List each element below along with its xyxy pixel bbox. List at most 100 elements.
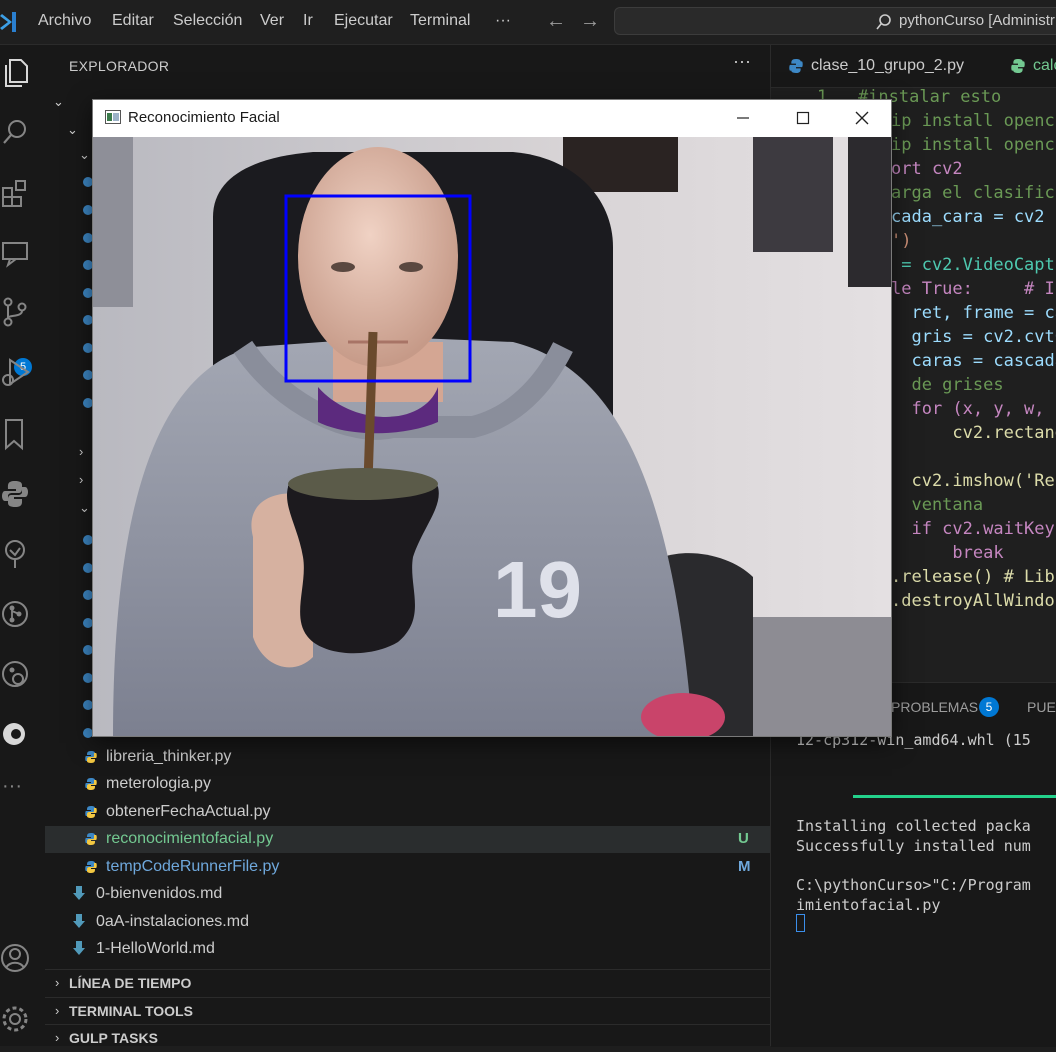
python-file-icon: [85, 833, 97, 845]
file-item[interactable]: tempCodeRunnerFile.py M: [45, 854, 770, 881]
webcam-frame: 19: [93, 137, 891, 736]
back-arrow-icon[interactable]: ←: [546, 10, 566, 33]
tab-puertos[interactable]: PUER: [1027, 699, 1056, 715]
code-line: ventana: [891, 495, 984, 515]
code-line: '): [891, 231, 912, 251]
chevron-right-icon: ›: [55, 1003, 60, 1018]
codeium-icon[interactable]: [0, 717, 30, 751]
command-center-label: pythonCurso [Administr: [899, 12, 1055, 29]
section-terminal-tools[interactable]: › TERMINAL TOOLS: [45, 997, 770, 1025]
svg-text:19: 19: [493, 545, 582, 634]
problems-badge: 5: [979, 697, 999, 717]
maximize-button[interactable]: [783, 106, 823, 130]
terminal-line: Installing collected packa: [796, 817, 1031, 835]
code-line: .release() # Lib: [891, 567, 1055, 587]
menu-ejecutar[interactable]: Ejecutar: [334, 12, 393, 30]
python-icon[interactable]: [0, 477, 30, 511]
more-icon[interactable]: ···: [2, 775, 22, 798]
menu-archivo[interactable]: Archivo: [38, 12, 91, 30]
forward-arrow-icon[interactable]: →: [580, 10, 600, 33]
code-line: ort cv2: [891, 159, 963, 179]
chevron-down-icon[interactable]: ⌄: [79, 500, 90, 516]
code-line: cv2.rectang: [891, 423, 1056, 443]
file-item-selected[interactable]: reconocimientofacial.py U: [45, 826, 770, 853]
explorer-more-icon[interactable]: ···: [733, 51, 751, 72]
tab-problemas[interactable]: PROBLEMAS: [891, 699, 978, 715]
tab-clase-10-grupo-2[interactable]: clase_10_grupo_2.py: [811, 57, 964, 75]
remote-explorer-icon[interactable]: [0, 235, 30, 269]
python-file-icon: [85, 751, 97, 763]
command-center[interactable]: pythonCurso [Administr: [614, 7, 1056, 35]
extensions-icon[interactable]: [0, 176, 30, 210]
code-line: = cv2.VideoCapt: [891, 255, 1055, 275]
account-icon[interactable]: [0, 941, 30, 975]
menu-ver[interactable]: Ver: [260, 12, 284, 30]
search-icon[interactable]: [0, 115, 30, 149]
code-line: de grises: [891, 375, 1004, 395]
menu-editar[interactable]: Editar: [112, 12, 154, 30]
window-title: Reconocimiento Facial: [128, 109, 280, 126]
run-debug-icon[interactable]: [0, 355, 30, 389]
menu-seleccion[interactable]: Selección: [173, 12, 242, 30]
window-app-icon: [105, 110, 121, 124]
code-line: cv2.imshow('Rec: [891, 471, 1056, 491]
settings-icon[interactable]: [0, 1002, 30, 1036]
git-graph-icon[interactable]: [0, 597, 30, 631]
menu-more[interactable]: ···: [495, 12, 511, 30]
bookmarks-icon[interactable]: [0, 417, 30, 451]
python-file-icon: [789, 59, 803, 73]
code-line: if cv2.waitKey(: [891, 519, 1056, 539]
markdown-file-icon: [73, 914, 85, 928]
chevron-right-icon: ›: [55, 975, 60, 990]
markdown-file-icon: [73, 941, 85, 955]
code-line: le True: # I: [891, 279, 1055, 299]
file-item[interactable]: obtenerFechaActual.py: [45, 799, 770, 826]
tab-calc[interactable]: calc: [1033, 57, 1056, 75]
file-item[interactable]: 0aA-instalaciones.md: [45, 909, 770, 936]
vscode-logo-icon[interactable]: [0, 8, 20, 36]
file-name: 0aA-instalaciones.md: [96, 913, 249, 930]
close-button[interactable]: [842, 106, 882, 130]
code-line: gris = cv2.cvtC: [891, 327, 1056, 347]
explorer-header: EXPLORADOR: [69, 58, 170, 74]
file-item[interactable]: libreria_thinker.py: [45, 744, 770, 771]
file-item[interactable]: 0-bienvenidos.md: [45, 881, 770, 908]
menu-terminal[interactable]: Terminal: [410, 12, 470, 30]
section-timeline[interactable]: › LÍNEA DE TIEMPO: [45, 969, 770, 997]
chevron-right-icon[interactable]: ›: [79, 472, 83, 487]
code-line: arga el clasific: [891, 183, 1055, 203]
section-label: GULP TASKS: [69, 1030, 158, 1046]
chevron-down-icon[interactable]: ⌄: [79, 147, 90, 163]
file-name: libreria_thinker.py: [106, 748, 232, 765]
tree-icon[interactable]: [0, 537, 30, 571]
timeline-icon[interactable]: [0, 657, 30, 691]
explorer-icon[interactable]: [2, 55, 32, 89]
code-line: ip install openc: [891, 111, 1055, 131]
file-item[interactable]: 1-HelloWorld.md: [45, 936, 770, 963]
file-name: reconocimientofacial.py: [106, 830, 274, 847]
section-label: TERMINAL TOOLS: [69, 1003, 193, 1019]
minimize-button[interactable]: [723, 106, 763, 130]
section-label: LÍNEA DE TIEMPO: [69, 975, 192, 991]
code-line: ip install openc: [891, 135, 1055, 155]
terminal-cursor[interactable]: [796, 914, 805, 932]
title-bar: Archivo Editar Selección Ver Ir Ejecutar…: [0, 0, 1056, 45]
file-name: 1-HelloWorld.md: [96, 940, 215, 957]
section-gulp-tasks[interactable]: › GULP TASKS: [45, 1024, 770, 1052]
terminal-line: imientofacial.py: [796, 896, 941, 914]
code-line: .destroyAllWindo: [891, 591, 1055, 611]
chevron-down-icon[interactable]: ⌄: [53, 94, 64, 110]
source-control-icon[interactable]: [0, 295, 30, 329]
python-file-icon: [85, 861, 97, 873]
file-item[interactable]: meterologia.py: [45, 771, 770, 798]
menu-ir[interactable]: Ir: [303, 12, 313, 30]
reconocimiento-facial-window[interactable]: Reconocimiento Facial 19: [92, 99, 892, 737]
python-file-icon: [85, 806, 97, 818]
markdown-file-icon: [73, 886, 85, 900]
chevron-down-icon[interactable]: ⌄: [67, 122, 78, 138]
code-line: cada_cara = cv2: [891, 207, 1045, 227]
chevron-right-icon[interactable]: ›: [79, 444, 83, 459]
terminal-line: Successfully installed num: [796, 837, 1031, 855]
code-line: break: [891, 543, 1004, 563]
python-file-icon: [85, 778, 97, 790]
